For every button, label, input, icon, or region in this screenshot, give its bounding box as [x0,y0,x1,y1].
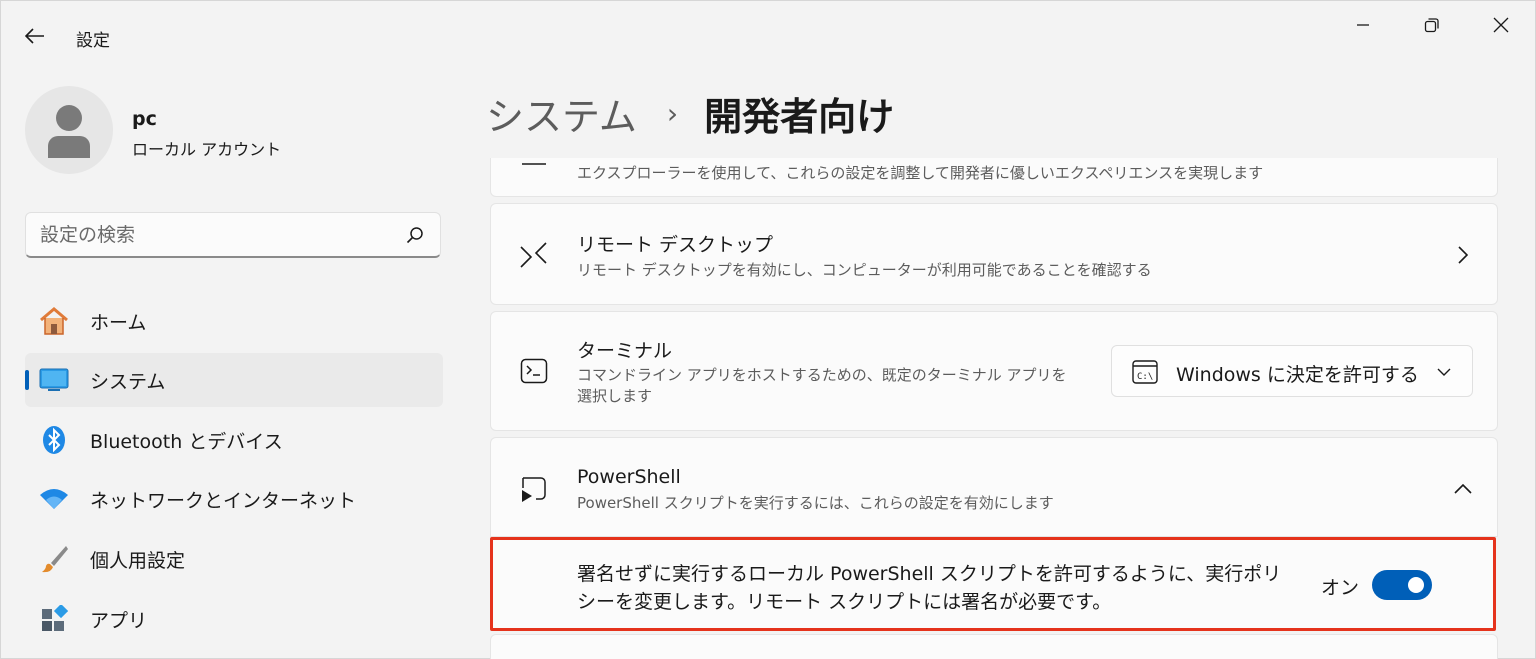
terminal-icon [517,354,551,388]
sidebar-item-system[interactable]: システム [25,353,443,407]
powershell-execution-policy-row: 署名せずに実行するローカル PowerShell スクリプトを許可するように、実… [490,537,1496,631]
card-explorer[interactable]: エクスプローラーを使用して、これらの設定を調整して開発者に優しいエクスペリエンス… [490,158,1498,197]
card-terminal-desc: コマンドライン アプリをホストするための、既定のターミナル アプリを選択します [577,366,1067,405]
settings-content: エクスプローラーを使用して、これらの設定を調整して開発者に優しいエクスペリエンス… [490,158,1500,659]
account-type: ローカル アカウント [132,140,282,159]
close-icon [1493,17,1509,33]
folder-icon [517,158,551,183]
powershell-icon [517,473,551,507]
sidebar-item-apps[interactable]: アプリ [25,592,443,646]
sidebar-item-label: 個人用設定 [90,549,186,572]
card-remote-desktop[interactable]: リモート デスクトップ リモート デスクトップを有効にし、コンピューターが利用可… [490,203,1498,305]
apps-icon [37,602,71,636]
chevron-right-icon [1453,245,1473,265]
sidebar-item-label: アプリ [90,609,148,632]
svg-text:C:\: C:\ [1137,372,1153,382]
card-terminal-title: ターミナル [577,340,673,362]
chevron-up-icon[interactable] [1453,479,1473,499]
restore-button[interactable] [1409,8,1455,42]
app-title: 設定 [76,31,110,51]
user-icon [48,105,90,158]
sidebar-item-label: Bluetooth とデバイス [90,430,283,453]
arrow-left-icon [25,28,44,44]
sidebar-item-personalization[interactable]: 個人用設定 [25,532,443,586]
command-prompt-icon: C:\ [1132,360,1158,384]
toggle-knob [1408,577,1424,593]
home-icon [37,304,71,338]
restore-icon [1424,18,1439,33]
card-terminal: ターミナル コマンドライン アプリをホストするための、既定のターミナル アプリを… [490,311,1498,431]
card-explorer-desc: エクスプローラーを使用して、これらの設定を調整して開発者に優しいエクスペリエンス… [577,164,1264,182]
terminal-select[interactable]: C:\ Windows に決定を許可する [1111,345,1473,397]
card-powershell-desc: PowerShell スクリプトを実行するには、これらの設定を有効にします [577,494,1054,512]
search-box[interactable] [25,212,441,258]
card-remote-desktop-desc: リモート デスクトップを有効にし、コンピューターが利用可能であることを確認する [577,261,1152,279]
search-icon[interactable] [406,226,424,244]
user-name: pc [132,108,157,130]
card-powershell-title: PowerShell [577,466,681,488]
sidebar-item-label: システム [90,370,166,393]
breadcrumb-parent[interactable]: システム [486,86,637,141]
system-icon [37,363,71,397]
search-input[interactable] [40,221,390,249]
remote-desktop-icon [517,239,551,273]
back-button[interactable] [18,20,52,52]
execution-policy-text: 署名せずに実行するローカル PowerShell スクリプトを許可するように、実… [577,563,1282,613]
breadcrumb-separator: › [666,97,679,130]
sidebar-item-network[interactable]: ネットワークとインターネット [25,472,443,526]
chevron-down-icon [1434,362,1454,382]
minimize-button[interactable] [1340,8,1386,42]
wifi-icon [37,482,71,516]
terminal-select-value: Windows に決定を許可する [1176,364,1419,386]
sidebar-item-label: ネットワークとインターネット [90,489,357,512]
card-remote-desktop-title: リモート デスクトップ [577,234,774,256]
minimize-icon [1357,24,1369,26]
sidebar-item-label: ホーム [90,311,147,334]
toggle-state-label: オン [1321,577,1360,599]
close-button[interactable] [1478,8,1524,42]
card-powershell[interactable]: PowerShell PowerShell スクリプトを実行するには、これらの設… [490,437,1498,537]
brush-icon [37,542,71,576]
sidebar-item-home[interactable]: ホーム [25,294,443,348]
execution-policy-toggle[interactable] [1372,570,1432,600]
active-indicator [25,370,29,390]
sidebar-item-bluetooth[interactable]: Bluetooth とデバイス [25,413,443,467]
bluetooth-icon [37,423,71,457]
card-next[interactable] [490,634,1498,659]
breadcrumb: システム › 開発者向け [486,86,894,141]
avatar[interactable] [25,86,113,174]
page-title: 開発者向け [704,95,895,139]
